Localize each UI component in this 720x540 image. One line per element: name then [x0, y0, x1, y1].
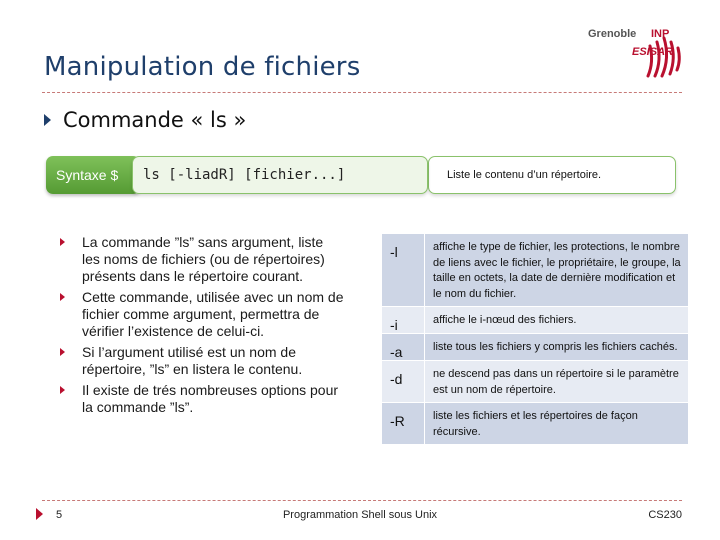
logo-text-grenoble: Grenoble	[588, 28, 637, 40]
option-flag: -d	[382, 360, 425, 403]
syntax-description: Liste le contenu d’un répertoire.	[428, 156, 676, 194]
option-description: affiche le i-nœud des fichiers.	[424, 306, 688, 334]
list-item: La commande ”ls” sans argument, liste le…	[60, 234, 344, 285]
table-row: -l affiche le type de fichier, les prote…	[382, 234, 688, 307]
syntax-code: ls [-liadR] [fichier...]	[132, 156, 428, 194]
main-bullet: Commande « ls »	[44, 106, 246, 134]
footer-divider	[42, 500, 682, 501]
option-flag: -a	[382, 333, 425, 361]
list-item-text: Il existe de trés nombreuses options pou…	[82, 382, 339, 415]
option-flag: -l	[382, 234, 425, 307]
option-flag: -i	[382, 306, 425, 334]
explanation-list: La commande ”ls” sans argument, liste le…	[60, 234, 360, 420]
table-row: -d ne descend pas dans un répertoire si …	[382, 360, 688, 403]
footer-course-code: CS230	[648, 509, 682, 521]
options-table: -l affiche le type de fichier, les prote…	[382, 234, 688, 445]
logo-text-inp: INP	[651, 28, 670, 40]
option-description: liste les fichiers et les répertoires de…	[424, 402, 688, 445]
list-item-text: Cette commande, utilisée avec un nom de …	[82, 289, 344, 339]
syntax-label: Syntaxe $	[46, 156, 140, 194]
bullet-arrow-icon	[60, 293, 65, 301]
list-item: Cette commande, utilisée avec un nom de …	[60, 289, 344, 340]
footer-course-title: Programmation Shell sous Unix	[282, 509, 438, 521]
table-row: -i affiche le i-nœud des fichiers.	[382, 306, 688, 334]
bullet-arrow-icon	[60, 238, 65, 246]
list-item-text: Si l’argument utilisé est un nom de répe…	[82, 344, 303, 377]
grenoble-inp-esisar-logo: Grenoble INP ESISAR	[588, 12, 688, 82]
table-row: -a liste tous les fichiers y compris les…	[382, 333, 688, 361]
table-row: -R liste les fichiers et les répertoires…	[382, 402, 688, 445]
logo-text-esisar: ESISAR	[632, 46, 673, 58]
list-item-text: La commande ”ls” sans argument, liste le…	[82, 234, 325, 284]
bullet-arrow-icon	[60, 386, 65, 394]
option-flag: -R	[382, 402, 425, 445]
list-item: Il existe de trés nombreuses options pou…	[60, 382, 344, 416]
main-bullet-text: Commande « ls »	[63, 108, 247, 132]
option-description: affiche le type de fichier, les protecti…	[424, 234, 688, 307]
slide-title: Manipulation de fichiers	[44, 52, 361, 82]
option-description: liste tous les fichiers y compris les fi…	[424, 333, 688, 361]
option-description: ne descend pas dans un répertoire si le …	[424, 360, 688, 403]
bullet-arrow-icon	[60, 348, 65, 356]
title-divider	[42, 92, 682, 93]
bullet-arrow-icon	[44, 114, 51, 126]
list-item: Si l’argument utilisé est un nom de répe…	[60, 344, 344, 378]
